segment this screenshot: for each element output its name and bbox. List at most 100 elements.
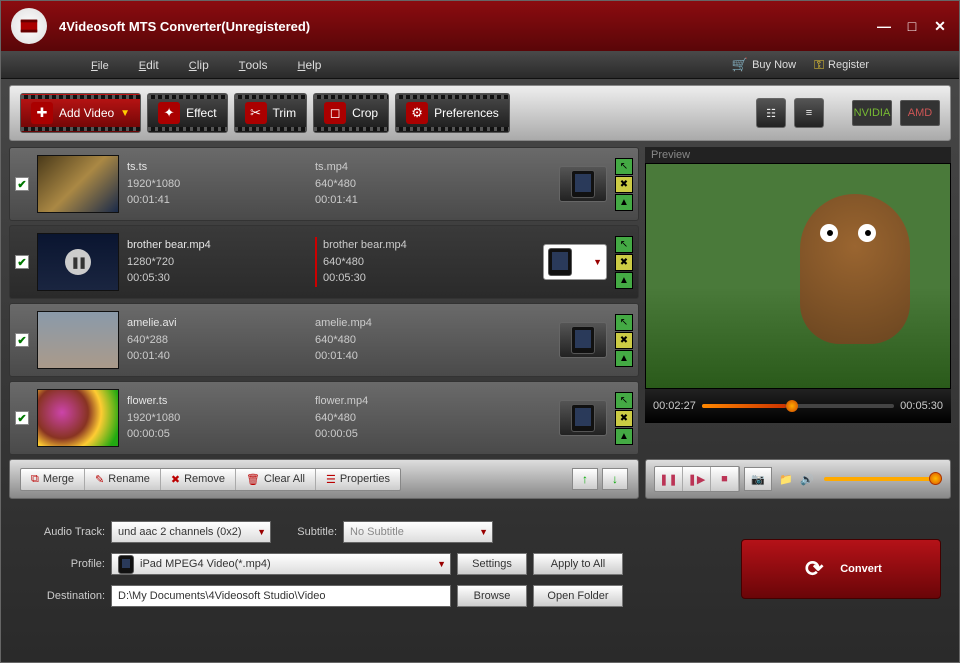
file-row[interactable]: ✔ ts.ts 1920*1080 00:01:41 ts.mp4 640*48… [9,147,639,221]
thumbnail [37,311,119,369]
device-profile-button[interactable] [559,166,607,202]
item-down-button[interactable]: ▲ [615,428,633,445]
view-detail-button[interactable]: ≡ [794,98,824,128]
snapshot-folder-button[interactable]: 📁 [776,467,796,491]
toolbar: ✚ Add Video ▼ ✦ Effect ✂ Trim ◻ Crop ⚙ P… [9,85,951,141]
item-up-button[interactable]: ↖ [615,392,633,409]
item-down-button[interactable]: ▲ [615,194,633,211]
crop-icon: ◻ [324,102,346,124]
titlebar: 4Videosoft MTS Converter(Unregistered) —… [1,1,959,51]
checkbox[interactable]: ✔ [15,177,29,191]
crop-button[interactable]: ◻ Crop [313,93,389,133]
ipad-icon [571,404,595,432]
audio-track-combo[interactable]: und aac 2 channels (0x2)▼ [111,521,271,543]
file-row[interactable]: ✔ flower.ts 1920*1080 00:00:05 flower.mp… [9,381,639,455]
snapshot-button[interactable]: 📷 [744,467,772,491]
preferences-button[interactable]: ⚙ Preferences [395,93,510,133]
amd-badge: AMD [900,100,940,126]
open-folder-button[interactable]: Open Folder [533,585,623,607]
gear-icon: ⚙ [406,102,428,124]
thumbnail [37,155,119,213]
chevron-down-icon: ▼ [257,527,266,537]
item-down-button[interactable]: ▲ [615,350,633,367]
close-button[interactable]: ✕ [931,17,949,35]
file-row[interactable]: ✔ ❚❚ brother bear.mp4 1280*720 00:05:30 … [9,225,639,299]
pause-icon: ❚❚ [65,249,91,275]
effect-button[interactable]: ✦ Effect [147,93,227,133]
app-title: 4Videosoft MTS Converter(Unregistered) [59,19,875,34]
maximize-button[interactable]: □ [903,17,921,35]
chevron-down-icon: ▼ [437,559,446,569]
source-info: amelie.avi 640*288 00:01:40 [127,315,307,365]
subtitle-combo[interactable]: No Subtitle▼ [343,521,493,543]
file-list: ✔ ts.ts 1920*1080 00:01:41 ts.mp4 640*48… [9,147,639,455]
merge-icon: ⧉ [31,473,39,486]
key-icon: ⚿ [814,57,824,73]
preview-panel: Preview 00:02:27 00:05:30 [645,147,951,455]
ipad-icon [571,326,595,354]
properties-button[interactable]: ☰Properties [316,469,400,490]
ipad-icon [571,170,595,198]
minimize-button[interactable]: — [875,17,893,35]
preview-timeline: 00:02:27 00:05:30 [645,389,951,423]
pause-button[interactable]: ❚❚ [655,467,683,491]
scissors-icon: ✂ [245,102,267,124]
preview-screen [645,163,951,389]
move-up-button[interactable]: ↑ [572,468,598,490]
add-video-button[interactable]: ✚ Add Video ▼ [20,93,141,133]
remove-button[interactable]: ✖Remove [161,469,236,490]
menu-tools[interactable]: Tools [239,58,268,72]
item-up-button[interactable]: ↖ [615,158,633,175]
output-info: flower.mp4 640*480 00:00:05 [315,393,455,443]
move-down-button[interactable]: ↓ [602,468,628,490]
settings-button[interactable]: Settings [457,553,527,575]
file-row[interactable]: ✔ amelie.avi 640*288 00:01:40 amelie.mp4… [9,303,639,377]
menu-file[interactable]: File [91,58,109,72]
device-profile-button[interactable] [559,322,607,358]
item-up-button[interactable]: ↖ [615,314,633,331]
volume-icon: 🔊 [800,473,814,486]
register-link[interactable]: ⚿Register [814,57,869,73]
convert-button[interactable]: ⟳ Convert [741,539,941,599]
device-profile-button[interactable] [559,400,607,436]
output-info: brother bear.mp4 640*480 00:05:30 [315,237,455,287]
volume-slider[interactable] [824,477,942,481]
menu-help[interactable]: Help [298,58,322,72]
seek-slider[interactable] [702,404,894,408]
item-remove-button[interactable]: ✖ [615,176,633,193]
item-remove-button[interactable]: ✖ [615,410,633,427]
merge-button[interactable]: ⧉Merge [21,469,85,490]
device-profile-button[interactable]: ▼ [543,244,607,280]
destination-input[interactable] [111,585,451,607]
stop-button[interactable]: ■ [711,467,739,491]
chevron-down-icon: ▼ [593,257,602,267]
source-info: ts.ts 1920*1080 00:01:41 [127,159,307,209]
thumbnail: ❚❚ [37,233,119,291]
source-info: brother bear.mp4 1280*720 00:05:30 [127,237,307,287]
chevron-down-icon: ▼ [479,527,488,537]
item-down-button[interactable]: ▲ [615,272,633,289]
settings-panel: Audio Track: und aac 2 channels (0x2)▼ S… [9,507,951,615]
rename-button[interactable]: ✎Rename [85,469,161,490]
item-remove-button[interactable]: ✖ [615,254,633,271]
cycle-icon: ⟳ [800,555,828,583]
destination-label: Destination: [19,590,105,602]
checkbox[interactable]: ✔ [15,255,29,269]
step-button[interactable]: ❚▶ [683,467,711,491]
current-time: 00:02:27 [653,400,696,412]
app-logo [11,8,47,44]
view-list-button[interactable]: ☷ [756,98,786,128]
menu-edit[interactable]: Edit [139,58,159,72]
source-info: flower.ts 1920*1080 00:00:05 [127,393,307,443]
buy-now-link[interactable]: 🛒Buy Now [732,57,796,73]
trim-button[interactable]: ✂ Trim [234,93,308,133]
apply-to-all-button[interactable]: Apply to All [533,553,623,575]
menu-clip[interactable]: Clip [189,58,209,72]
checkbox[interactable]: ✔ [15,333,29,347]
item-remove-button[interactable]: ✖ [615,332,633,349]
browse-button[interactable]: Browse [457,585,527,607]
profile-combo[interactable]: iPad MPEG4 Video(*.mp4)▼ [111,553,451,575]
clear-all-button[interactable]: 🗑Clear All [236,469,316,490]
item-up-button[interactable]: ↖ [615,236,633,253]
checkbox[interactable]: ✔ [15,411,29,425]
